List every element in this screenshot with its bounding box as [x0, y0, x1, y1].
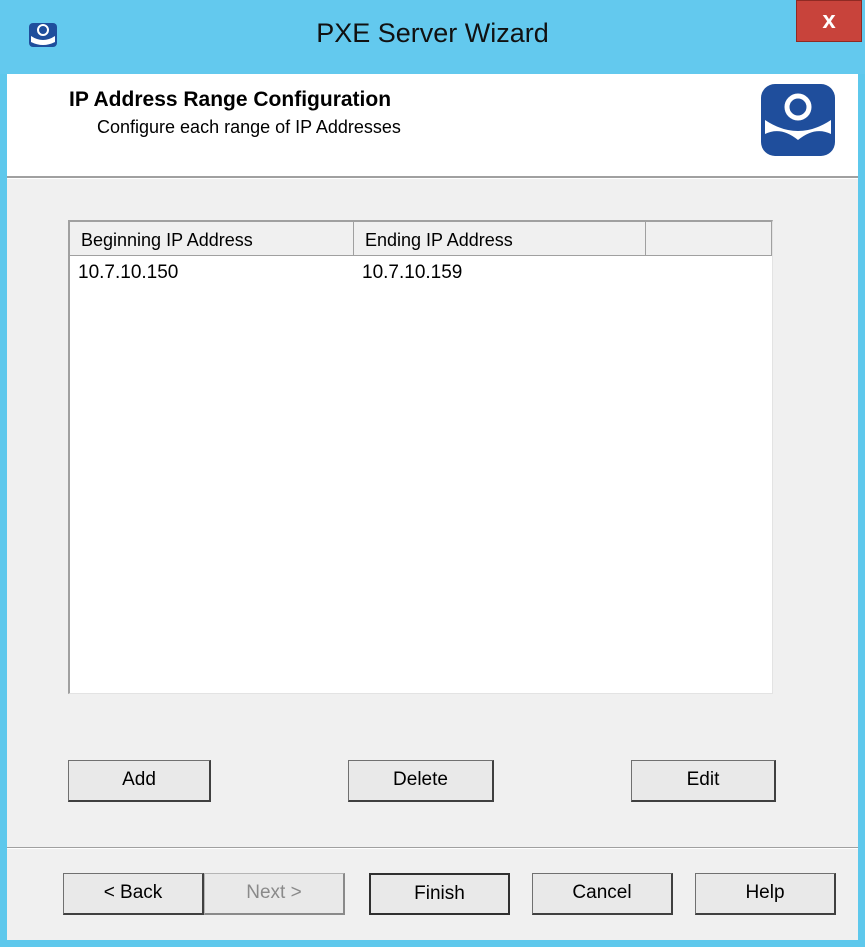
column-header-empty[interactable] [646, 222, 772, 256]
column-header-ending-ip[interactable]: Ending IP Address [354, 222, 646, 256]
add-button[interactable]: Add [68, 760, 211, 802]
footer-divider [7, 847, 858, 849]
page-subtitle: Configure each range of IP Addresses [97, 117, 401, 137]
ip-range-list[interactable]: Beginning IP Address Ending IP Address 1… [68, 220, 773, 694]
delete-button[interactable]: Delete [348, 760, 494, 802]
header-divider [7, 176, 858, 179]
column-header-beginning-ip[interactable]: Beginning IP Address [70, 222, 354, 256]
title-bar[interactable]: PXE Server Wizard x [0, 0, 865, 74]
wizard-body: IP Address Range Configuration Configure… [7, 74, 858, 940]
beginning-ip-cell: 10.7.10.150 [78, 262, 179, 283]
finish-button[interactable]: Finish [369, 873, 510, 915]
back-button[interactable]: < Back [63, 873, 204, 915]
ending-ip-cell: 10.7.10.159 [362, 262, 463, 283]
next-button[interactable]: Next > [204, 873, 345, 915]
thinmanager-logo-icon [761, 84, 835, 156]
close-button[interactable]: x [796, 0, 862, 42]
wizard-window: PXE Server Wizard x IP Address Range Con… [0, 0, 865, 947]
page-title: IP Address Range Configuration [69, 88, 392, 111]
window-title: PXE Server Wizard [316, 18, 549, 48]
cancel-button[interactable]: Cancel [532, 873, 673, 915]
edit-button[interactable]: Edit [631, 760, 776, 802]
help-button[interactable]: Help [695, 873, 836, 915]
close-icon: x [822, 7, 836, 34]
page-header: IP Address Range Configuration Configure… [7, 74, 858, 176]
